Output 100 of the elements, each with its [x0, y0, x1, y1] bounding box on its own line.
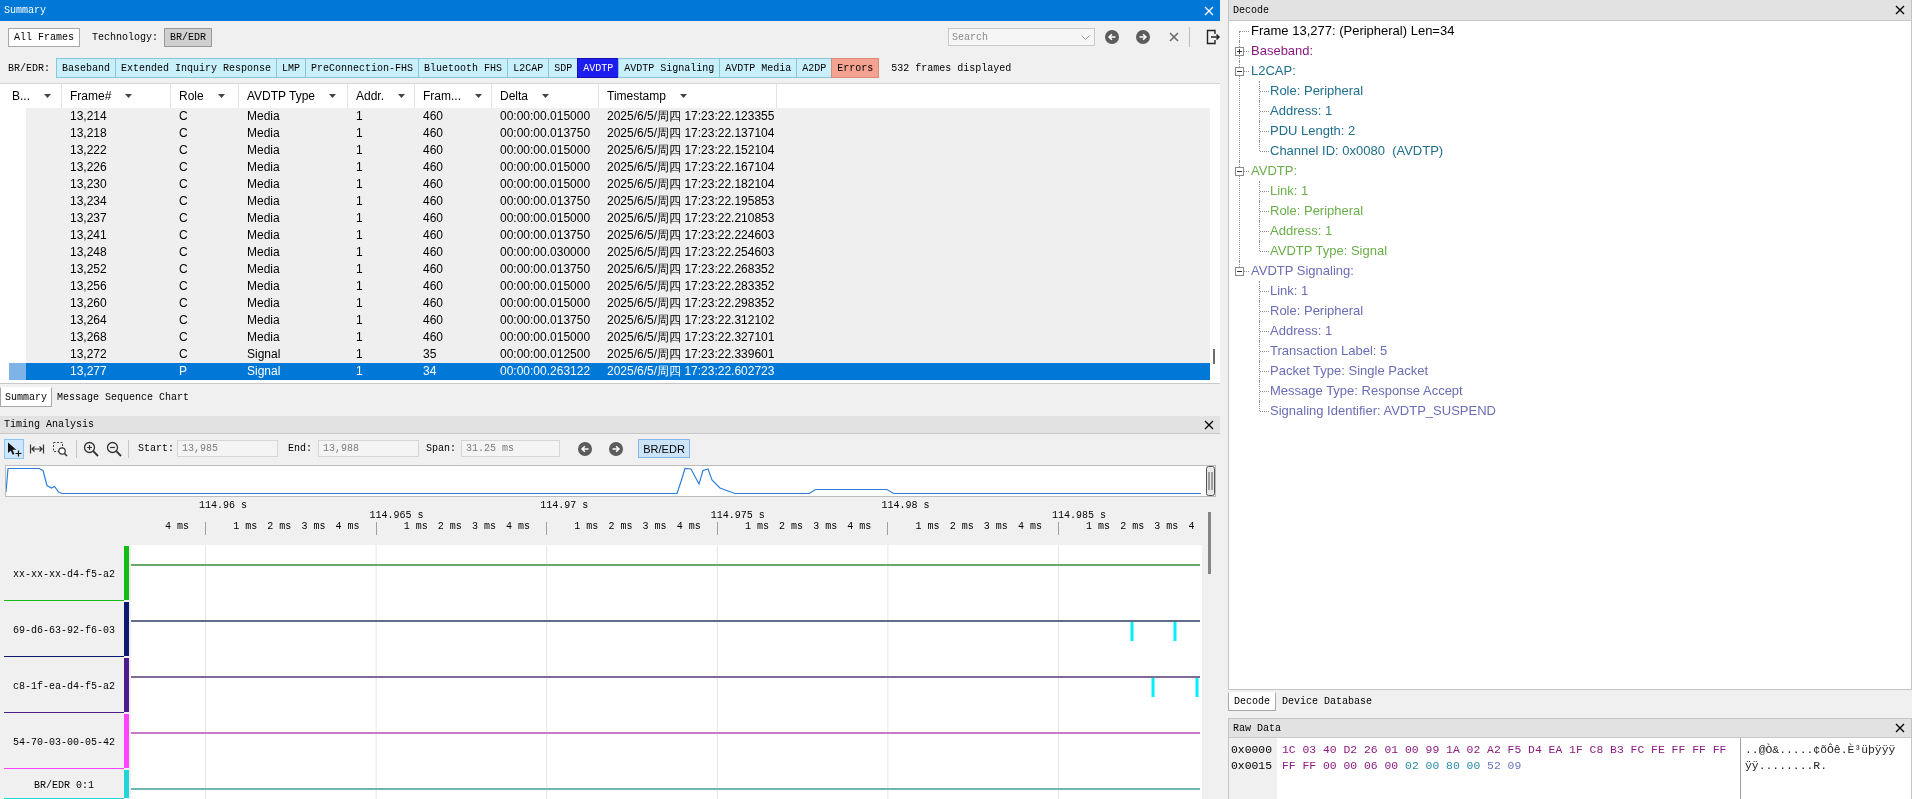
view-tab[interactable]: Decode [1228, 692, 1276, 711]
axis-tick-label: 4 ms [164, 521, 189, 532]
table-row[interactable]: 13,218 C Media 1 460 00:00:00.013750 2025/6/5/周四 17:23:22.137104 [26, 125, 1210, 142]
packet-marker[interactable] [1195, 678, 1199, 697]
table-row[interactable]: 13,268 C Media 1 460 00:00:00.015000 2025/6/5/周四 17:23:22.327101 [26, 329, 1210, 346]
tree-item[interactable]: Message Type: Response Accept [1270, 383, 1463, 398]
table-cell-text: C [178, 142, 189, 159]
mode-button[interactable] [4, 438, 24, 459]
protocol-tab[interactable]: LMP [276, 58, 307, 78]
view-tab[interactable]: Device Database [1276, 692, 1379, 711]
packet-marker[interactable] [1173, 622, 1177, 641]
hex-bytes[interactable]: 02 00 80 00 [1405, 760, 1481, 772]
panel-title: Timing Analysis [4, 418, 94, 431]
table-cell-text: Media [246, 295, 281, 312]
axis-tick-label: 2 ms [437, 521, 462, 532]
view-tab[interactable]: Summary [0, 387, 52, 407]
table-cell-text: Media [246, 159, 281, 176]
table-row[interactable]: 13,214 C Media 1 460 00:00:00.015000 2025/6/5/周四 17:23:22.123355 [26, 108, 1210, 125]
table-row[interactable]: 13,234 C Media 1 460 00:00:00.013750 2025/6/5/周四 17:23:22.195853 [26, 193, 1210, 210]
export-button[interactable] [1206, 29, 1220, 45]
table-row[interactable]: 13,222 C Media 1 460 00:00:00.015000 2025/6/5/周四 17:23:22.152104 [26, 142, 1210, 159]
next-button[interactable] [1136, 30, 1150, 44]
minus-box-icon[interactable] [1235, 267, 1244, 276]
clear-button[interactable] [1169, 32, 1179, 42]
axis-tick-label: 2 ms [949, 521, 974, 532]
table-cell-text: 460 [422, 278, 445, 295]
close-button[interactable] [1895, 723, 1905, 733]
protocol-tab[interactable]: SDP [548, 58, 579, 78]
search-field[interactable]: Search [948, 28, 1095, 46]
protocol-tab[interactable]: Bluetooth FHS [418, 58, 509, 78]
table-row[interactable]: 13,277 P Signal 1 34 00:00:00.263122 2025/6/5/周四 17:23:22.602723 [26, 363, 1210, 380]
minus-box-icon[interactable] [1235, 67, 1244, 76]
tree-item[interactable]: Signaling Identifier: AVDTP_SUSPEND [1270, 403, 1496, 418]
tree-item[interactable]: Packet Type: Single Packet [1270, 363, 1429, 378]
zoom-in-button[interactable] [83, 440, 99, 457]
packet-marker[interactable] [1151, 678, 1155, 697]
previous-button[interactable] [578, 441, 593, 456]
table-cell-text: Media [246, 329, 281, 346]
zoom-out-button[interactable] [106, 440, 122, 457]
end-field[interactable]: 13,988 [318, 440, 420, 457]
table-row[interactable]: 13,252 C Media 1 460 00:00:00.013750 2025/6/5/周四 17:23:22.268352 [26, 261, 1210, 278]
table-row[interactable]: 13,241 C Media 1 460 00:00:00.013750 2025/6/5/周四 17:23:22.224603 [26, 227, 1210, 244]
tree-item[interactable]: Address: 1 [1270, 103, 1333, 118]
caret-icon [679, 94, 687, 98]
technology-button[interactable]: BR/EDR [638, 439, 691, 458]
close-button[interactable] [1895, 5, 1905, 15]
hex-bytes[interactable]: FF FF 00 00 06 00 [1282, 760, 1399, 772]
table-row[interactable]: 13,256 C Media 1 460 00:00:00.015000 2025/6/5/周四 17:23:22.283352 [26, 278, 1210, 295]
hex-bytes[interactable]: 1C 03 40 D2 26 01 00 99 1A 02 A2 F5 D4 EA 1F C8 B3 FC FE FF FF FF [1282, 744, 1727, 756]
table-cell-text: 00:00:00.013750 [499, 227, 592, 244]
scrollbar-thumb[interactable] [1208, 512, 1211, 574]
caret-icon [329, 94, 337, 98]
table-row[interactable]: 13,230 C Media 1 460 00:00:00.015000 2025/6/5/周四 17:23:22.182104 [26, 176, 1210, 193]
tree-item[interactable]: Baseband: [1251, 43, 1314, 58]
protocol-tab[interactable]: AVDTP Media [719, 58, 798, 78]
minus-box-icon[interactable] [1235, 167, 1244, 176]
tree-item[interactable]: Link: 1 [1270, 283, 1309, 298]
previous-button[interactable] [1105, 30, 1119, 44]
tree-item[interactable]: Role: Peripheral [1270, 83, 1364, 98]
table-cell-text: 2025/6/5/周四 17:23:22.298352 [606, 295, 776, 312]
axis-tick-label: 3 ms [1154, 521, 1179, 532]
view-tab[interactable]: Message Sequence Chart [52, 387, 195, 407]
table-row[interactable]: 13,272 C Signal 1 35 00:00:00.012500 2025/6/5/周四 17:23:22.339601 [26, 346, 1210, 363]
range-handle[interactable] [1206, 466, 1215, 496]
close-button[interactable] [1204, 419, 1214, 430]
all-frames-button[interactable]: All Frames [8, 27, 80, 47]
scrollbar-thumb[interactable] [1213, 349, 1215, 364]
protocol-tab[interactable]: A2DP [796, 58, 833, 78]
table-cell-text: 00:00:00.263122 [499, 363, 592, 380]
tree-item[interactable]: AVDTP Signaling: [1251, 263, 1354, 278]
table-row[interactable]: 13,226 C Media 1 460 00:00:00.015000 2025/6/5/周四 17:23:22.167104 [26, 159, 1210, 176]
next-button[interactable] [609, 441, 624, 456]
protocol-tab[interactable]: Extended Inquiry Response [115, 58, 278, 78]
protocol-tab[interactable]: PreConnection-FHS [305, 58, 420, 78]
tree-item[interactable]: Role: Peripheral [1270, 303, 1364, 318]
table-row[interactable]: 13,237 C Media 1 460 00:00:00.015000 2025/6/5/周四 17:23:22.210853 [26, 210, 1210, 227]
tree-item[interactable]: Address: 1 [1270, 323, 1333, 338]
hex-bytes[interactable]: 52 09 [1487, 760, 1522, 772]
table-cell-text: 460 [422, 142, 445, 159]
tree-item[interactable]: Channel ID: 0x0080 (AVDTP) [1270, 143, 1444, 158]
protocol-tab[interactable]: AVDTP Signaling [618, 58, 721, 78]
table-row[interactable]: 13,260 C Media 1 460 00:00:00.015000 2025/6/5/周四 17:23:22.298352 [26, 295, 1210, 312]
cross-icon [1169, 32, 1179, 42]
tree-item[interactable]: L2CAP: [1251, 63, 1296, 78]
tree-item[interactable]: Transaction Label: 5 [1270, 343, 1388, 358]
protocol-tab[interactable]: Baseband [56, 58, 117, 78]
protocol-tab[interactable]: L2CAP [507, 58, 550, 78]
span-field[interactable]: 31.25 ms [461, 440, 561, 457]
protocol-tab[interactable]: AVDTP [577, 58, 620, 78]
tree-item[interactable]: PDU Length: 2 [1270, 123, 1356, 138]
tree-item[interactable]: Frame 13,277: (Peripheral) Len=34 [1251, 23, 1455, 38]
plus-box-icon[interactable] [1235, 47, 1244, 56]
table-row[interactable]: 13,248 C Media 1 460 00:00:00.030000 2025/6/5/周四 17:23:22.254603 [26, 244, 1210, 261]
packet-marker[interactable] [1130, 622, 1134, 641]
table-cell-text: 1 [355, 210, 364, 227]
technology-button[interactable]: BR/EDR [164, 27, 213, 47]
axis-tick-label: 2 ms [779, 521, 804, 532]
table-row[interactable]: 13,264 C Media 1 460 00:00:00.013750 2025/6/5/周四 17:23:22.312102 [26, 312, 1210, 329]
protocol-tab[interactable]: Errors [831, 58, 880, 78]
start-field[interactable]: 13,985 [177, 440, 278, 457]
